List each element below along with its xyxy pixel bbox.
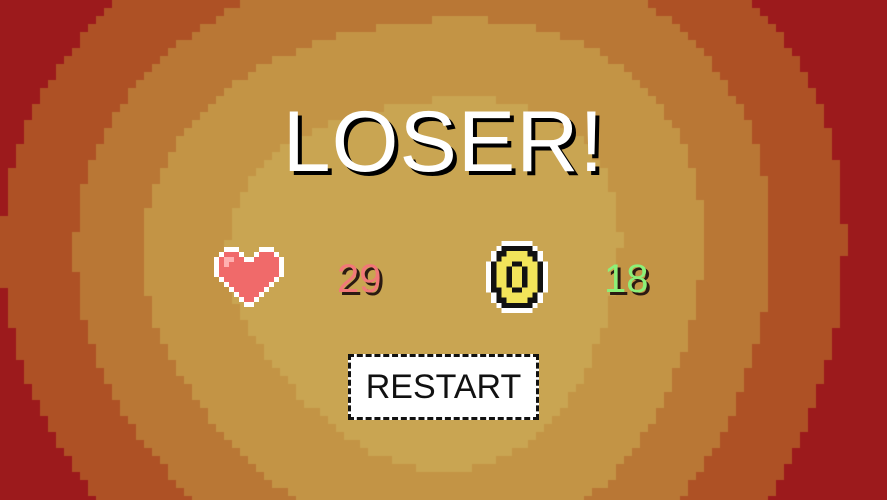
hearts-count: 29 — [337, 257, 382, 301]
background — [0, 0, 887, 500]
restart-label: RESTART — [365, 367, 522, 406]
game-over-title: LOSER! — [282, 94, 605, 190]
coin-icon — [486, 240, 548, 314]
restart-button[interactable]: RESTART — [348, 354, 539, 420]
heart-icon — [214, 247, 284, 307]
coins-count: 18 — [604, 257, 649, 301]
